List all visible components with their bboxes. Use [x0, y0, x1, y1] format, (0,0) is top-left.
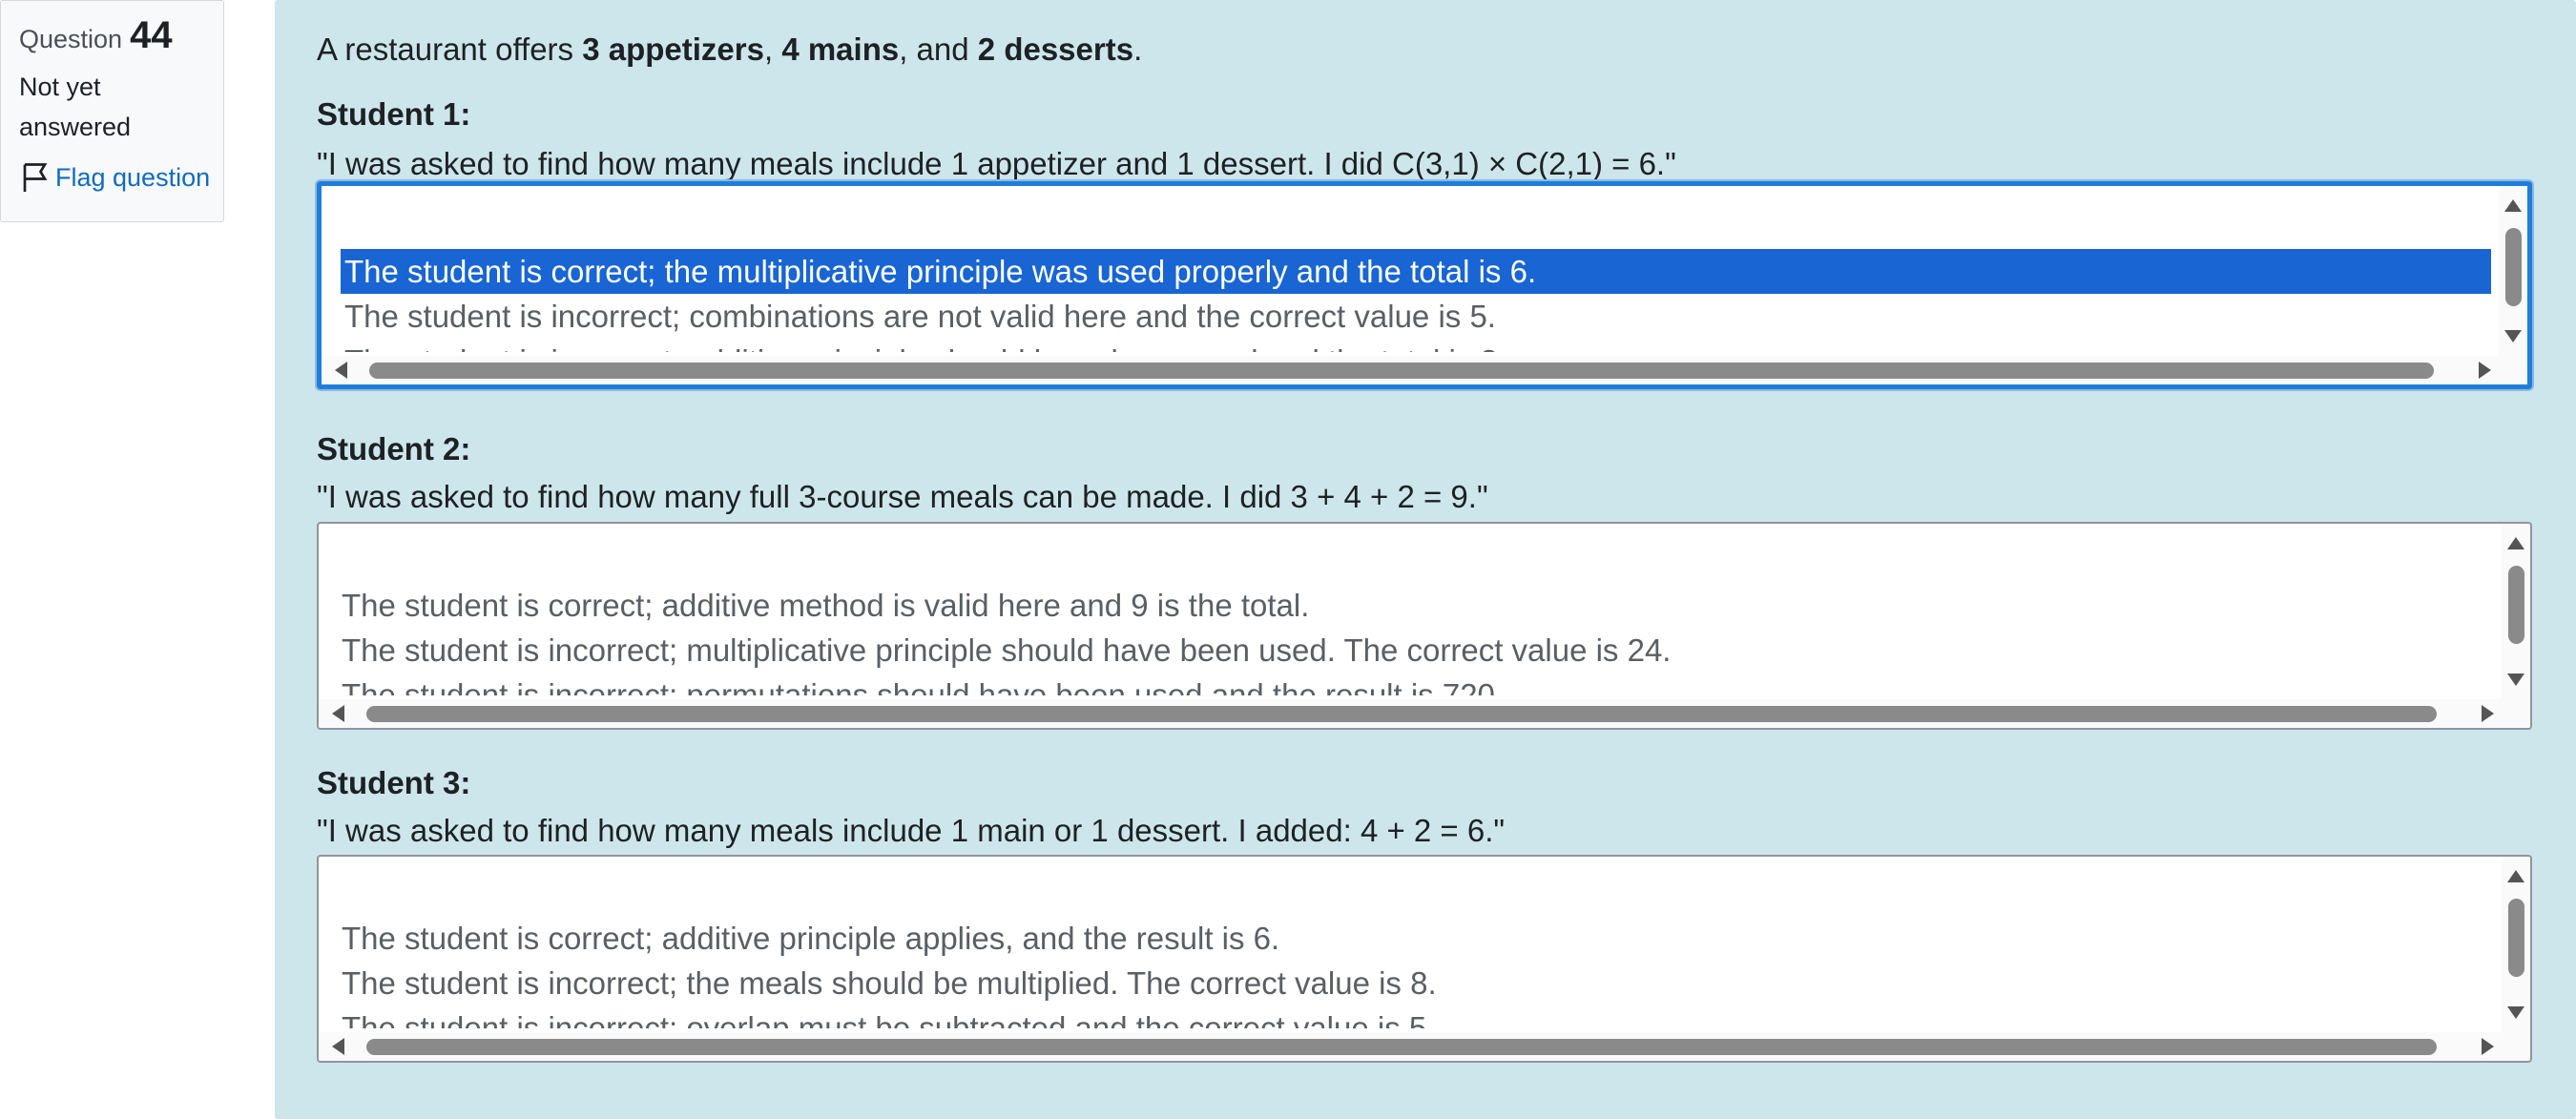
student-2-label: Student 2: — [317, 431, 471, 466]
student-3-horizontal-scrollbar[interactable] — [319, 1032, 2530, 1061]
scroll-thumb[interactable] — [2505, 228, 2522, 306]
scroll-right-arrow-icon[interactable] — [2482, 1038, 2494, 1055]
scroll-left-arrow-icon[interactable] — [332, 705, 344, 722]
scroll-down-arrow-icon[interactable] — [2504, 330, 2522, 342]
scroll-thumb[interactable] — [366, 1039, 2437, 1055]
scroll-left-arrow-icon[interactable] — [332, 1038, 344, 1055]
student-1-options: The student is correct; the multiplicati… — [341, 249, 2491, 352]
student-1-answer-select[interactable]: The student is correct; the multiplicati… — [317, 181, 2532, 389]
question-label: Question — [19, 25, 123, 53]
student-1-option-3[interactable]: The student is incorrect; additive princ… — [341, 339, 2491, 352]
scroll-thumb[interactable] — [2508, 566, 2524, 644]
student-3-options: The student is correct; additive princip… — [338, 916, 2494, 1028]
scroll-thumb[interactable] — [366, 706, 2437, 722]
student-3-option-3[interactable]: The student is incorrect; overlap must b… — [338, 1005, 2494, 1028]
question-number: Question 44 — [19, 14, 223, 57]
student-2-answer-select[interactable]: The student is correct; additive method … — [317, 522, 2532, 730]
scroll-right-arrow-icon[interactable] — [2482, 705, 2494, 722]
question-number-value: 44 — [130, 14, 173, 56]
scroll-left-arrow-icon[interactable] — [335, 362, 347, 379]
student-2-vertical-scrollbar[interactable] — [2502, 524, 2530, 699]
flag-icon — [23, 163, 48, 192]
student-1-quote: "I was asked to find how many meals incl… — [317, 146, 1676, 181]
student-1-vertical-scrollbar[interactable] — [2499, 186, 2527, 356]
question-info-panel: Question 44 Not yet answered Flag questi… — [0, 0, 224, 222]
scroll-thumb[interactable] — [2508, 899, 2524, 977]
student-1-horizontal-scrollbar[interactable] — [322, 356, 2527, 384]
student-3-quote: "I was asked to find how many meals incl… — [317, 813, 1506, 848]
intro-suffix: . — [1133, 31, 1143, 67]
scroll-right-arrow-icon[interactable] — [2479, 362, 2491, 379]
intro-prefix: A restaurant offers — [317, 31, 583, 67]
question-content: A restaurant offers 3 appetizers, 4 main… — [275, 0, 2576, 1119]
scroll-down-arrow-icon[interactable] — [2507, 1006, 2524, 1019]
intro-sep1: , — [763, 31, 782, 67]
student-3-option-2[interactable]: The student is incorrect; the meals shou… — [338, 961, 2494, 1005]
student-3-label: Student 3: — [317, 765, 471, 800]
student-2-options: The student is correct; additive method … — [338, 583, 2494, 695]
scroll-down-arrow-icon[interactable] — [2507, 673, 2524, 686]
student-2-quote: "I was asked to find how many full 3-cou… — [317, 479, 1488, 514]
student-1-option-2[interactable]: The student is incorrect; combinations a… — [341, 294, 2491, 339]
student-1-label: Student 1: — [317, 96, 471, 132]
question-status: Not yet answered — [19, 73, 132, 141]
intro-sep2: , and — [899, 31, 978, 67]
flag-question-label: Flag question — [55, 162, 211, 192]
flag-question-link[interactable]: Flag question — [19, 160, 223, 195]
student-3-vertical-scrollbar[interactable] — [2502, 857, 2530, 1032]
student-3-option-1[interactable]: The student is correct; additive princip… — [338, 916, 2494, 961]
student-2-option-2[interactable]: The student is incorrect; multiplicative… — [338, 628, 2494, 673]
student-3-answer-select[interactable]: The student is correct; additive princip… — [317, 855, 2532, 1063]
intro-appetizers: 3 appetizers — [582, 31, 764, 67]
student-2-horizontal-scrollbar[interactable] — [319, 699, 2530, 728]
student-2-option-1[interactable]: The student is correct; additive method … — [338, 583, 2494, 628]
intro-mains: 4 mains — [781, 31, 900, 67]
question-text: A restaurant offers 3 appetizers, 4 main… — [317, 30, 1142, 70]
scroll-up-arrow-icon[interactable] — [2504, 199, 2522, 212]
scroll-thumb[interactable] — [369, 363, 2434, 379]
student-1-option-1[interactable]: The student is correct; the multiplicati… — [341, 249, 2491, 294]
student-2-option-3[interactable]: The student is incorrect; permutations s… — [338, 673, 2494, 695]
scroll-up-arrow-icon[interactable] — [2507, 870, 2524, 882]
intro-desserts: 2 desserts — [977, 31, 1134, 67]
scroll-up-arrow-icon[interactable] — [2507, 537, 2524, 549]
